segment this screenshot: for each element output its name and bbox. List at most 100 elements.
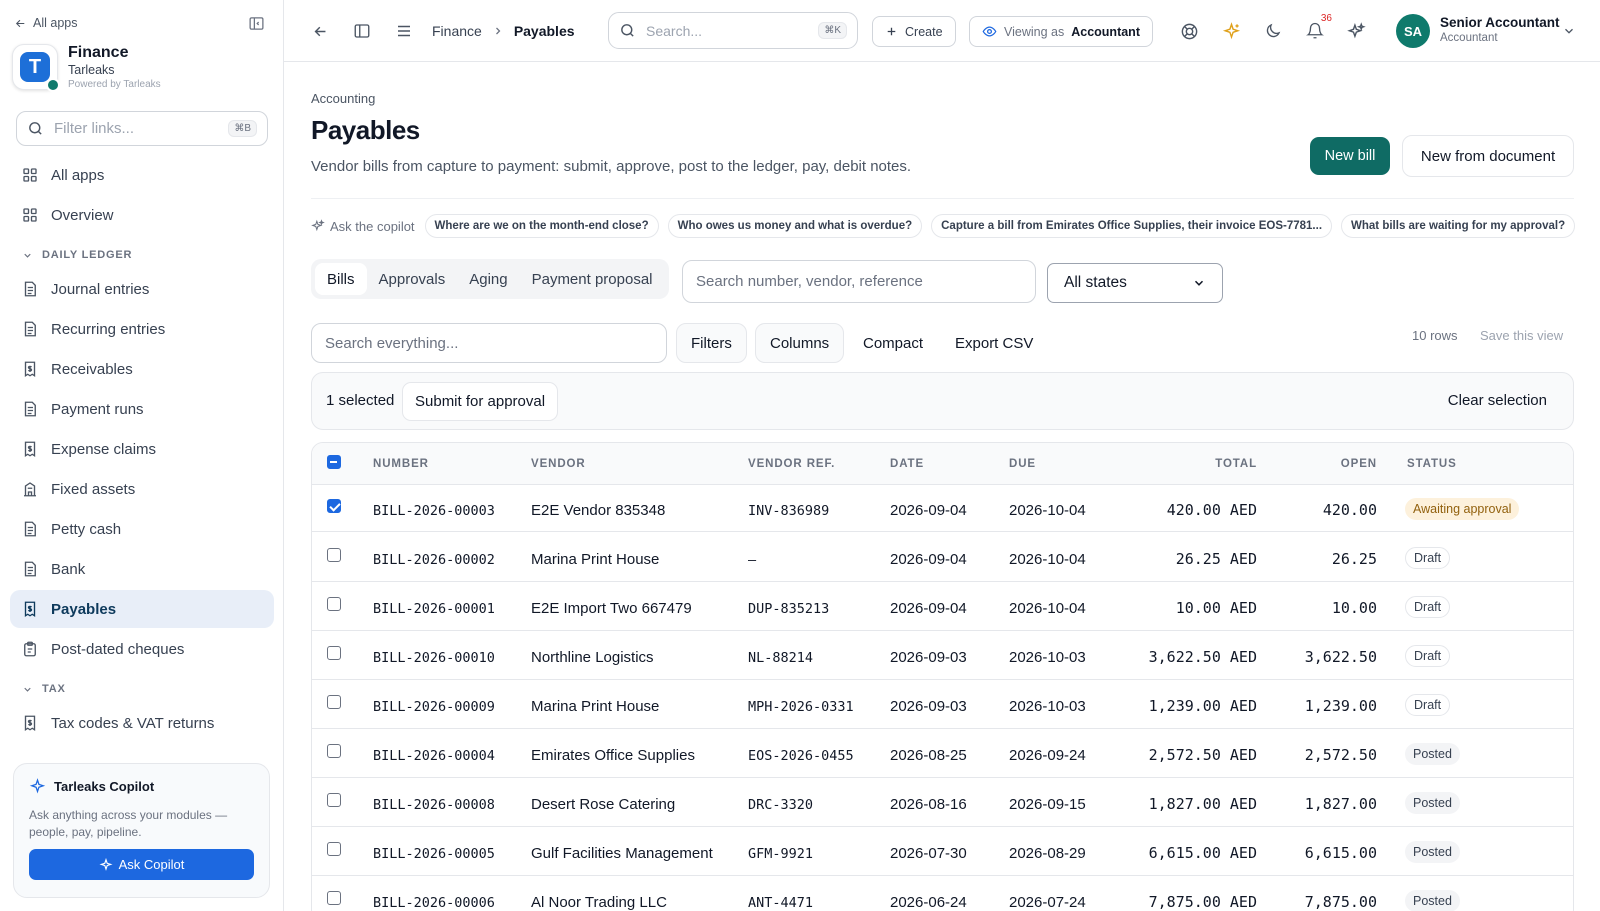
bill-number[interactable]: BILL-2026-00008 — [373, 797, 495, 813]
user-menu[interactable]: Senior Accountant Accountant — [1440, 15, 1560, 44]
sidebar-item-all-apps[interactable]: All apps — [10, 156, 274, 194]
global-search-input[interactable]: Search... ⌘K — [608, 12, 858, 49]
row-checkbox[interactable] — [327, 646, 341, 660]
bill-search-input[interactable]: Search number, vendor, reference — [682, 260, 1036, 303]
sidebar-item-payment-runs[interactable]: Payment runs — [10, 390, 274, 428]
suggestion-chip[interactable]: Where are we on the month-end close? — [424, 214, 659, 238]
select-all-checkbox[interactable] — [327, 455, 341, 469]
row-checkbox[interactable] — [327, 548, 341, 562]
sidebar-item-journal-entries[interactable]: Journal entries — [10, 270, 274, 308]
suggestion-chip[interactable]: What bills are waiting for my approval? — [1341, 214, 1576, 238]
sidebar-item-label: Overview — [51, 206, 114, 224]
user-menu-toggle[interactable] — [1562, 0, 1576, 62]
state-select[interactable]: All states — [1047, 263, 1223, 303]
bill-number[interactable]: BILL-2026-00001 — [373, 601, 495, 617]
column-header-vendor-ref[interactable]: VENDOR REF. — [748, 458, 835, 470]
column-header-vendor[interactable]: VENDOR — [531, 458, 586, 470]
toggle-sidebar-button[interactable] — [353, 0, 371, 62]
row-checkbox[interactable] — [327, 891, 341, 905]
row-checkbox[interactable] — [327, 597, 341, 611]
notifications-button[interactable]: 36 — [1306, 0, 1332, 62]
bill-number[interactable]: BILL-2026-00006 — [373, 895, 495, 911]
table-row[interactable]: BILL-2026-00001 E2E Import Two 667479 DUP-… — [312, 583, 1573, 631]
column-header-number[interactable]: NUMBER — [373, 458, 429, 470]
table-row[interactable]: BILL-2026-00004 Emirates Office Supplies E… — [312, 730, 1573, 778]
total-amount: 10.00 AED — [1175, 599, 1257, 617]
column-header-status[interactable]: STATUS — [1407, 458, 1457, 470]
bill-number[interactable]: BILL-2026-00004 — [373, 748, 495, 764]
clear-selection-button[interactable]: Clear selection — [1448, 392, 1547, 409]
menu-button[interactable] — [395, 0, 413, 62]
create-button[interactable]: Create — [872, 16, 956, 47]
sidebar-item-overview[interactable]: Overview — [10, 196, 274, 234]
sidebar-item-petty-cash[interactable]: Petty cash — [10, 510, 274, 548]
table-row[interactable]: BILL-2026-00002 Marina Print House — 2026-0… — [312, 534, 1573, 582]
vendor-name: Al Noor Trading LLC — [531, 894, 667, 911]
bill-number[interactable]: BILL-2026-00005 — [373, 846, 495, 862]
save-view-button[interactable]: Save this view — [1480, 328, 1563, 343]
section-toggle-tax[interactable]: TAX — [22, 683, 66, 695]
breadcrumb-finance[interactable]: Finance — [432, 23, 482, 39]
row-checkbox[interactable] — [327, 793, 341, 807]
sidebar-item-fixed-assets[interactable]: Fixed assets — [10, 470, 274, 508]
export-csv-button[interactable]: Export CSV — [941, 323, 1047, 363]
copilot-button[interactable] — [1347, 0, 1366, 62]
columns-button[interactable]: Columns — [755, 323, 845, 363]
bill-number[interactable]: BILL-2026-00010 — [373, 650, 495, 666]
tab-aging[interactable]: Aging — [457, 263, 519, 295]
suggestion-chip[interactable]: Who owes us money and what is overdue? — [667, 214, 923, 238]
due-date: 2026-08-29 — [1009, 845, 1086, 862]
bill-number[interactable]: BILL-2026-00003 — [373, 503, 495, 519]
tab-bills[interactable]: Bills — [315, 263, 367, 295]
table-row[interactable]: BILL-2026-00005 Gulf Facilities Managemen… — [312, 828, 1573, 876]
search-everything-input[interactable]: Search everything... — [311, 323, 667, 363]
viewing-as-button[interactable]: Viewing as Accountant — [969, 16, 1153, 47]
new-bill-button[interactable]: New bill — [1310, 137, 1390, 175]
sidebar-item-tax-codes-and-vat-returns[interactable]: Tax codes & VAT returns — [10, 704, 274, 742]
table-row[interactable]: BILL-2026-00010 Northline Logistics NL-882… — [312, 632, 1573, 680]
column-header-date[interactable]: DATE — [890, 458, 924, 470]
search-everything-placeholder: Search everything... — [325, 334, 459, 352]
row-checkbox[interactable] — [327, 499, 341, 513]
ai-assist-button[interactable] — [1222, 0, 1241, 62]
sidebar-item-receivables[interactable]: Receivables — [10, 350, 274, 388]
back-button[interactable] — [312, 0, 329, 62]
column-header-open[interactable]: OPEN — [1297, 458, 1377, 470]
status-badge: Posted — [1405, 743, 1460, 765]
table-row[interactable]: BILL-2026-00003 E2E Vendor 835348 INV-8369… — [312, 485, 1573, 532]
filter-links-input[interactable]: Filter links... ⌘B — [16, 111, 268, 146]
suggestion-chip[interactable]: Capture a bill from Emirates Office Supp… — [931, 214, 1333, 238]
sidebar-item-expense-claims[interactable]: Expense claims — [10, 430, 274, 468]
filters-button[interactable]: Filters — [676, 323, 747, 363]
ask-copilot-button[interactable]: Ask Copilot — [29, 849, 254, 880]
column-header-due[interactable]: DUE — [1009, 458, 1036, 470]
bill-number[interactable]: BILL-2026-00009 — [373, 699, 495, 715]
table-row[interactable]: BILL-2026-00008 Desert Rose Catering DRC-3… — [312, 779, 1573, 827]
sidebar-item-recurring-entries[interactable]: Recurring entries — [10, 310, 274, 348]
back-to-all-apps-link[interactable]: All apps — [14, 16, 77, 30]
section-toggle-daily-ledger[interactable]: DAILY LEDGER — [22, 249, 132, 261]
row-checkbox[interactable] — [327, 744, 341, 758]
row-checkbox[interactable] — [327, 695, 341, 709]
avatar[interactable]: SA — [1396, 14, 1430, 48]
submit-for-approval-button[interactable]: Submit for approval — [402, 382, 559, 421]
table-row[interactable]: BILL-2026-00009 Marina Print House MPH-202… — [312, 681, 1573, 729]
collapse-sidebar-button[interactable] — [248, 15, 265, 32]
bill-number[interactable]: BILL-2026-00002 — [373, 552, 495, 568]
document-icon — [21, 280, 39, 298]
compact-button[interactable]: Compact — [849, 323, 937, 363]
row-checkbox[interactable] — [327, 842, 341, 856]
help-button[interactable] — [1180, 0, 1199, 62]
sidebar-panel-icon — [249, 17, 264, 30]
column-header-total[interactable]: TOTAL — [1157, 458, 1257, 470]
search-shortcut-badge: ⌘K — [818, 22, 847, 39]
theme-toggle-button[interactable] — [1264, 0, 1282, 62]
tab-payment-proposal[interactable]: Payment proposal — [520, 263, 665, 295]
sidebar-item-post-dated-cheques[interactable]: Post-dated cheques — [10, 630, 274, 668]
sidebar-item-bank[interactable]: Bank — [10, 550, 274, 588]
status-badge: Posted — [1405, 841, 1460, 863]
table-row[interactable]: BILL-2026-00006 Al Noor Trading LLC ANT-44… — [312, 877, 1573, 911]
sidebar-item-payables[interactable]: Payables — [10, 590, 274, 628]
new-from-document-button[interactable]: New from document — [1402, 135, 1574, 177]
tab-approvals[interactable]: Approvals — [367, 263, 458, 295]
